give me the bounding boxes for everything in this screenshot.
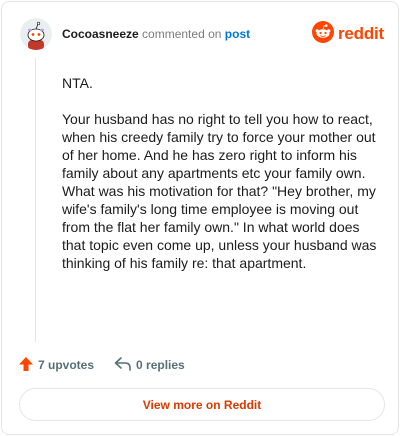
comment-body: NTA. Your husband has no right to tell y… bbox=[62, 74, 378, 290]
comment-paragraph: NTA. bbox=[62, 75, 93, 91]
reply-count: 0 replies bbox=[136, 358, 185, 372]
comment-paragraph: Your husband has no right to tell you ho… bbox=[62, 111, 377, 271]
action-text: commented on bbox=[142, 27, 222, 41]
reddit-wordmark: reddit bbox=[337, 24, 384, 43]
username-link[interactable]: Cocoasneeze bbox=[62, 27, 139, 41]
embedded-comment-card: Cocoasneeze commented on post reddit NTA… bbox=[1, 1, 399, 435]
upvote-group[interactable]: 7 upvotes bbox=[18, 356, 94, 375]
view-more-button[interactable]: View more on Reddit bbox=[19, 388, 385, 421]
reply-group[interactable]: 0 replies bbox=[114, 356, 185, 375]
upvote-arrow-icon[interactable] bbox=[18, 356, 34, 375]
comment-actions: 7 upvotes 0 replies bbox=[18, 354, 185, 376]
reddit-logo-icon bbox=[311, 20, 334, 48]
reddit-brand[interactable]: reddit bbox=[311, 20, 384, 48]
thread-line bbox=[35, 58, 36, 342]
user-avatar[interactable] bbox=[20, 18, 52, 50]
comment-meta: Cocoasneeze commented on post bbox=[62, 26, 250, 42]
upvote-count: 7 upvotes bbox=[38, 358, 95, 372]
reply-arrow-icon[interactable] bbox=[114, 356, 132, 375]
post-link[interactable]: post bbox=[225, 27, 250, 41]
comment-header: Cocoasneeze commented on post reddit bbox=[20, 16, 384, 52]
